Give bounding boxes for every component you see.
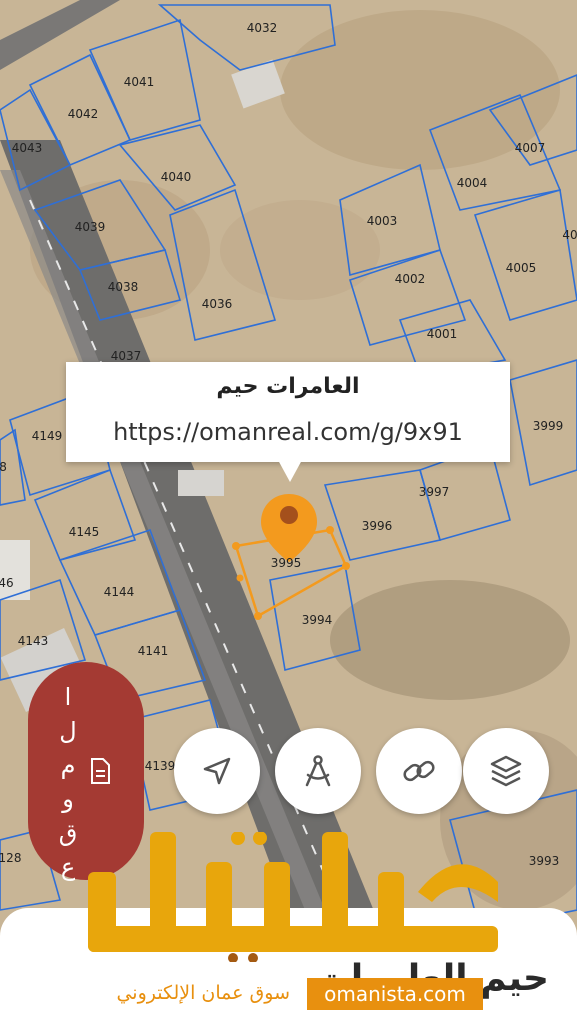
parcel-label: 4004 [457, 176, 488, 190]
measure-button[interactable] [275, 728, 361, 814]
watermark-site: omanista.com [307, 978, 483, 1010]
document-icon [91, 758, 110, 784]
pill-letter: ق [58, 819, 78, 847]
location-popup[interactable]: العامرات حيم https://omanreal.com/g/9x91 [66, 362, 510, 482]
parcel-label: 3999 [533, 419, 564, 433]
parcel-label: 4043 [12, 141, 43, 155]
share-link-button[interactable] [376, 728, 462, 814]
parcel-label: 128 [0, 851, 21, 865]
parcel-label: 3996 [362, 519, 393, 533]
parcel-label: 4002 [395, 272, 426, 286]
parcel-label: 4139 [145, 759, 176, 773]
compass-icon [305, 755, 331, 787]
parcel-label: 4003 [367, 214, 398, 228]
parcel-label: 40 [562, 228, 577, 242]
popup-link[interactable]: https://omanreal.com/g/9x91 [66, 418, 510, 446]
parcel-label: 46 [0, 576, 14, 590]
pill-letter: م [60, 751, 76, 779]
parcel-label: 4032 [247, 21, 278, 35]
layers-button[interactable] [463, 728, 549, 814]
parcel-label: 4037 [111, 349, 142, 363]
parcel-label: 4001 [427, 327, 458, 341]
parcel-label: 4145 [69, 525, 100, 539]
parcel-label: 4038 [108, 280, 139, 294]
pill-letter: ع [60, 853, 76, 881]
parcel-label: 4039 [75, 220, 106, 234]
parcel-label: 3995 [271, 556, 302, 570]
parcel-label: 8 [0, 460, 7, 474]
pill-letter: و [62, 785, 74, 813]
parcel-label: 4144 [104, 585, 135, 599]
parcel-label: 4149 [32, 429, 63, 443]
navigate-button[interactable] [174, 728, 260, 814]
omanista-logo [88, 832, 498, 962]
parcel-label: 3993 [529, 854, 560, 868]
popup-pointer [278, 460, 302, 482]
watermark-tagline: سوق عمان الإلكتروني [116, 982, 290, 1004]
parcel-label: 4042 [68, 107, 99, 121]
popup-title: العامرات حيم [216, 374, 360, 399]
parcel-label: 4007 [515, 141, 546, 155]
layers-icon [490, 755, 522, 787]
parcel-label: 4005 [506, 261, 537, 275]
location-info-label: ا ل م و ق ع [48, 680, 88, 884]
navigation-arrow-icon [203, 757, 231, 785]
parcel-label: 3994 [302, 613, 333, 627]
parcel-label: 3997 [419, 485, 450, 499]
pill-letter: ل [59, 717, 77, 745]
parcel-label: 4141 [138, 644, 169, 658]
parcel-label: 4041 [124, 75, 155, 89]
pill-letter: ا [64, 683, 72, 711]
parcel-label: 4040 [161, 170, 192, 184]
parcel-label: 4036 [202, 297, 233, 311]
parcel-label: 4143 [18, 634, 49, 648]
link-icon [403, 760, 435, 782]
